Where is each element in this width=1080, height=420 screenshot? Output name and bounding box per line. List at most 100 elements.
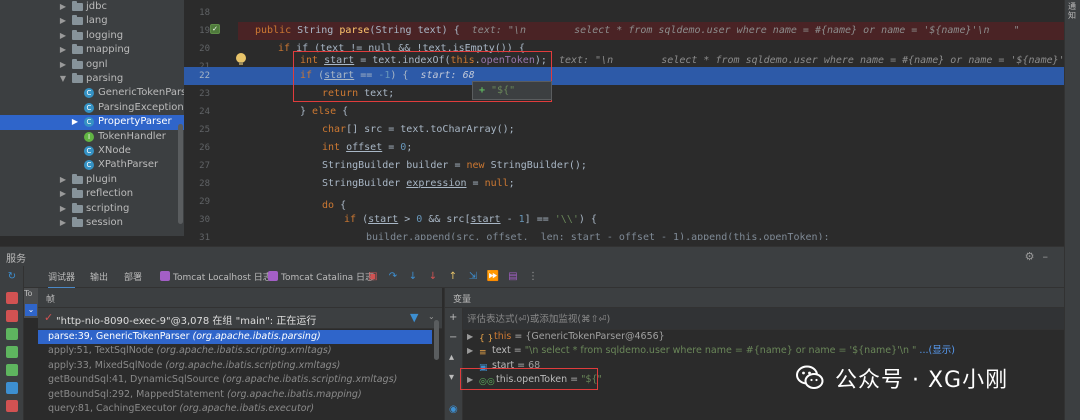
code-line-32[interactable]: builder.append(src, offset, len: start -…	[238, 229, 1064, 240]
tree-item-plugin[interactable]: ▶ plugin	[0, 173, 184, 187]
gutter-line[interactable]: 20	[184, 40, 238, 58]
chevron-right-icon[interactable]: ▶	[58, 187, 68, 201]
tree-item-mapping[interactable]: ▶ mapping	[0, 43, 184, 57]
gutter-line[interactable]: 31	[184, 229, 238, 240]
gutter-line[interactable]: 27	[184, 157, 238, 175]
force-step-into-icon[interactable]: ↓	[426, 270, 440, 284]
variable-row-text[interactable]: ▶ ≡ text = "\n select * from sqldemo.use…	[463, 344, 1063, 358]
run-to-cursor-icon[interactable]: ⇲	[466, 270, 480, 284]
stop-icon[interactable]: ▣	[366, 270, 380, 284]
tree-item-logging[interactable]: ▶ logging	[0, 29, 184, 43]
frame-row[interactable]: getBoundSql:292, MappedStatement (org.ap…	[38, 388, 432, 402]
tree-item-xnode[interactable]: C XNode	[0, 144, 184, 158]
add-watch-icon[interactable]: +	[479, 85, 485, 96]
gear-icon[interactable]: ⚙	[1025, 250, 1043, 263]
tab-debugger[interactable]: 调试器	[48, 270, 76, 289]
step-into-icon[interactable]: ↓	[406, 270, 420, 284]
evaluate-expression-input[interactable]	[467, 311, 867, 327]
code-line-26[interactable]: int offset = 0;	[238, 139, 1064, 157]
gutter-line[interactable]: 23	[184, 85, 238, 103]
code-line-31[interactable]: if (start > 0 && src[start - 1] == '\\')…	[238, 211, 1064, 229]
notifications-tab[interactable]: 通知	[1068, 2, 1078, 20]
move-up-icon[interactable]: ▴	[449, 352, 454, 363]
code-line-27[interactable]: StringBuilder builder = new StringBuilde…	[238, 157, 1064, 175]
code-line-24[interactable]: } else {	[238, 103, 1064, 121]
tree-item-parsing[interactable]: ▼ parsing	[0, 72, 184, 86]
run-icon[interactable]	[6, 328, 18, 340]
mute-breakpoints-icon[interactable]	[6, 400, 18, 412]
tree-scrollbar[interactable]	[178, 124, 183, 224]
tree-item-parsingexception[interactable]: C ParsingException	[0, 101, 184, 115]
thread-selector[interactable]: ✓ "http-nio-8090-exec-9"@3,078 在组 "main"…	[38, 308, 442, 329]
refresh-icon[interactable]: ↻	[5, 270, 19, 284]
minimize-icon[interactable]: –	[1043, 250, 1057, 263]
tree-item-propertyparser[interactable]: ▶ C PropertyParser	[0, 115, 184, 130]
filter-icon[interactable]: ▼	[410, 311, 418, 324]
gutter-line[interactable]: 28	[184, 175, 238, 193]
tab-tomcat-localhost[interactable]: Tomcat Localhost 日志	[160, 270, 272, 286]
chevron-right-icon[interactable]: ▶	[58, 216, 68, 230]
tree-item-lang[interactable]: ▶ lang	[0, 14, 184, 28]
tree-item-xpathparser[interactable]: C XPathParser	[0, 158, 184, 172]
move-down-icon[interactable]: ▾	[449, 372, 454, 383]
gutter-line[interactable]: 30	[184, 211, 238, 229]
tab-tomcat-catalina[interactable]: Tomcat Catalina 日志	[268, 270, 374, 286]
chevron-down-icon[interactable]: ▼	[58, 72, 68, 86]
collapse-icon[interactable]: −	[449, 332, 457, 343]
gutter-line[interactable]: 22	[184, 67, 238, 85]
step-over-icon[interactable]: ↷	[386, 270, 400, 284]
gutter-line[interactable]: 25	[184, 121, 238, 139]
chevron-right-icon[interactable]: ▶	[58, 202, 68, 216]
more-options-icon[interactable]: ⋮	[526, 270, 540, 284]
tab-console[interactable]: 输出	[90, 270, 108, 286]
chevron-right-icon[interactable]: ▶	[467, 330, 473, 344]
chevron-down-icon[interactable]: ⌄	[428, 312, 435, 321]
chevron-right-icon[interactable]: ▶	[58, 14, 68, 28]
tree-item-tokenhandler[interactable]: I TokenHandler	[0, 130, 184, 144]
tree-item-session[interactable]: ▶ session	[0, 216, 184, 230]
add-watch-icon[interactable]: +	[449, 312, 457, 323]
code-line-19[interactable]: public String parse(String text) { text:…	[238, 22, 1064, 40]
step-out-icon[interactable]: ↑	[446, 270, 460, 284]
tree-item-scripting[interactable]: ▶ scripting	[0, 202, 184, 216]
gutter-line[interactable]: 24	[184, 103, 238, 121]
tree-item-reflection[interactable]: ▶ reflection	[0, 187, 184, 201]
project-tree[interactable]: ▶ jdbc ▶ lang ▶ logging ▶ mapping ▶ ognl…	[0, 0, 184, 236]
chevron-right-icon[interactable]: ▶	[58, 0, 68, 14]
frame-row[interactable]: getBoundSql:41, DynamicSqlSource (org.ap…	[38, 373, 432, 387]
tree-item-jdbc[interactable]: ▶ jdbc	[0, 0, 184, 14]
evaluate-icon[interactable]: ▤	[506, 270, 520, 284]
chevron-right-icon[interactable]: ▶	[58, 29, 68, 43]
frame-row[interactable]: apply:33, MixedSqlNode (org.apache.ibati…	[38, 359, 432, 373]
chevron-right-icon[interactable]: ▶	[58, 43, 68, 57]
deploy-icon[interactable]	[6, 364, 18, 376]
frame-row[interactable]: apply:51, TextSqlNode (org.apache.ibatis…	[38, 344, 432, 358]
chevron-right-icon[interactable]: ▶	[467, 344, 473, 358]
gutter-line[interactable]: 29	[184, 193, 238, 211]
variable-row-this[interactable]: ▶ { } this = {GenericTokenParser@4656}	[463, 330, 1063, 344]
group-icon[interactable]	[6, 346, 18, 358]
chevron-right-icon[interactable]: ▶	[58, 58, 68, 72]
stop-icon[interactable]	[6, 310, 18, 322]
bug-icon[interactable]	[6, 292, 18, 304]
chevron-down-icon[interactable]: ⌄	[25, 304, 37, 316]
gutter-line[interactable]: 26	[184, 139, 238, 157]
resume-icon[interactable]: ⏩	[486, 270, 500, 284]
eye-icon[interactable]: ◉	[449, 404, 458, 415]
chevron-right-icon[interactable]: ▶	[58, 173, 68, 187]
gutter-line[interactable]: 18	[184, 4, 238, 22]
services-node-tab[interactable]: To ⌄	[24, 288, 38, 318]
debug-value-popup[interactable]: + "${"	[472, 81, 552, 100]
frames-scrollbar[interactable]	[434, 320, 439, 360]
tab-deploy[interactable]: 部署	[124, 270, 142, 286]
layout-icon[interactable]	[6, 382, 18, 394]
code-editor[interactable]: 18 19 20 21 22 23 24 25 26 27 28 29 30 3…	[184, 0, 1064, 240]
frame-row[interactable]: query:81, CachingExecutor (org.apache.ib…	[38, 402, 432, 416]
breakpoint-check-icon[interactable]: ✓	[210, 24, 220, 34]
code-line-28[interactable]: StringBuilder expression = null;	[238, 175, 1064, 193]
frame-row[interactable]: parse:39, GenericTokenParser (org.apache…	[38, 330, 432, 345]
lightbulb-icon[interactable]	[236, 53, 246, 65]
code-line-18[interactable]	[238, 4, 1064, 22]
chevron-right-icon[interactable]: ▶	[70, 115, 80, 129]
tree-item-generictokenparser[interactable]: C GenericTokenParser	[0, 86, 184, 100]
